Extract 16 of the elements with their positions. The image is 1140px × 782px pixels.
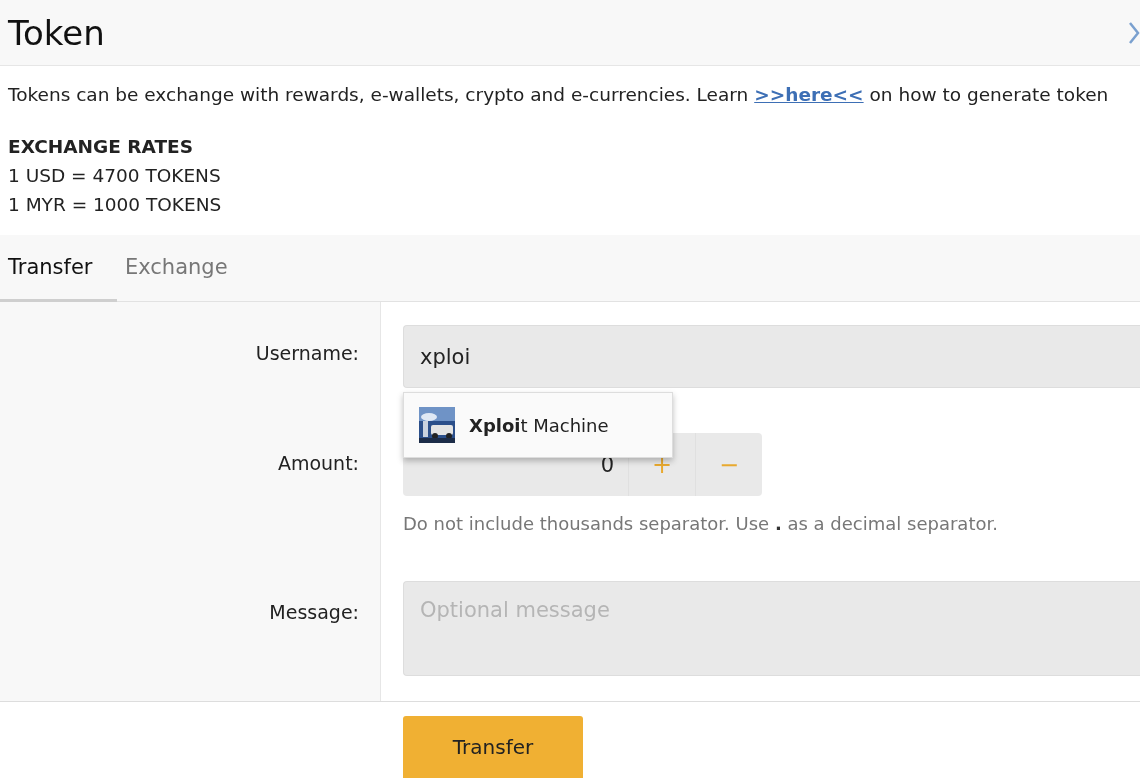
chevron-right-icon[interactable]: [1128, 20, 1140, 45]
rate-line: 1 USD = 4700 TOKENS: [8, 164, 222, 188]
intro-text: Tokens can be exchange with rewards, e-wallets, crypto and e-currencies. Learn >>here<< on how to generate token: [8, 84, 1110, 105]
username-label: Username:: [255, 342, 359, 364]
page-title: Token: [8, 12, 105, 53]
amount-label: Amount:: [277, 452, 359, 474]
transfer-button[interactable]: Transfer: [403, 716, 583, 778]
suggestion-text: Xploit Machine: [469, 414, 609, 436]
suggestion-menu[interactable]: Xploit Machine: [403, 392, 673, 458]
message-label: Message:: [269, 601, 359, 623]
here-link[interactable]: >>here<<: [754, 84, 864, 105]
help-text: Do not include thousands separator. Use . as a decimal separator.: [403, 513, 999, 534]
tab[interactable]: Exchange: [117, 235, 234, 302]
username-field[interactable]: xploi: [403, 325, 1140, 388]
rate-line: 1 MYR = 1000 TOKENS: [8, 193, 223, 217]
rates-heading: EXCHANGE RATES: [8, 135, 195, 159]
